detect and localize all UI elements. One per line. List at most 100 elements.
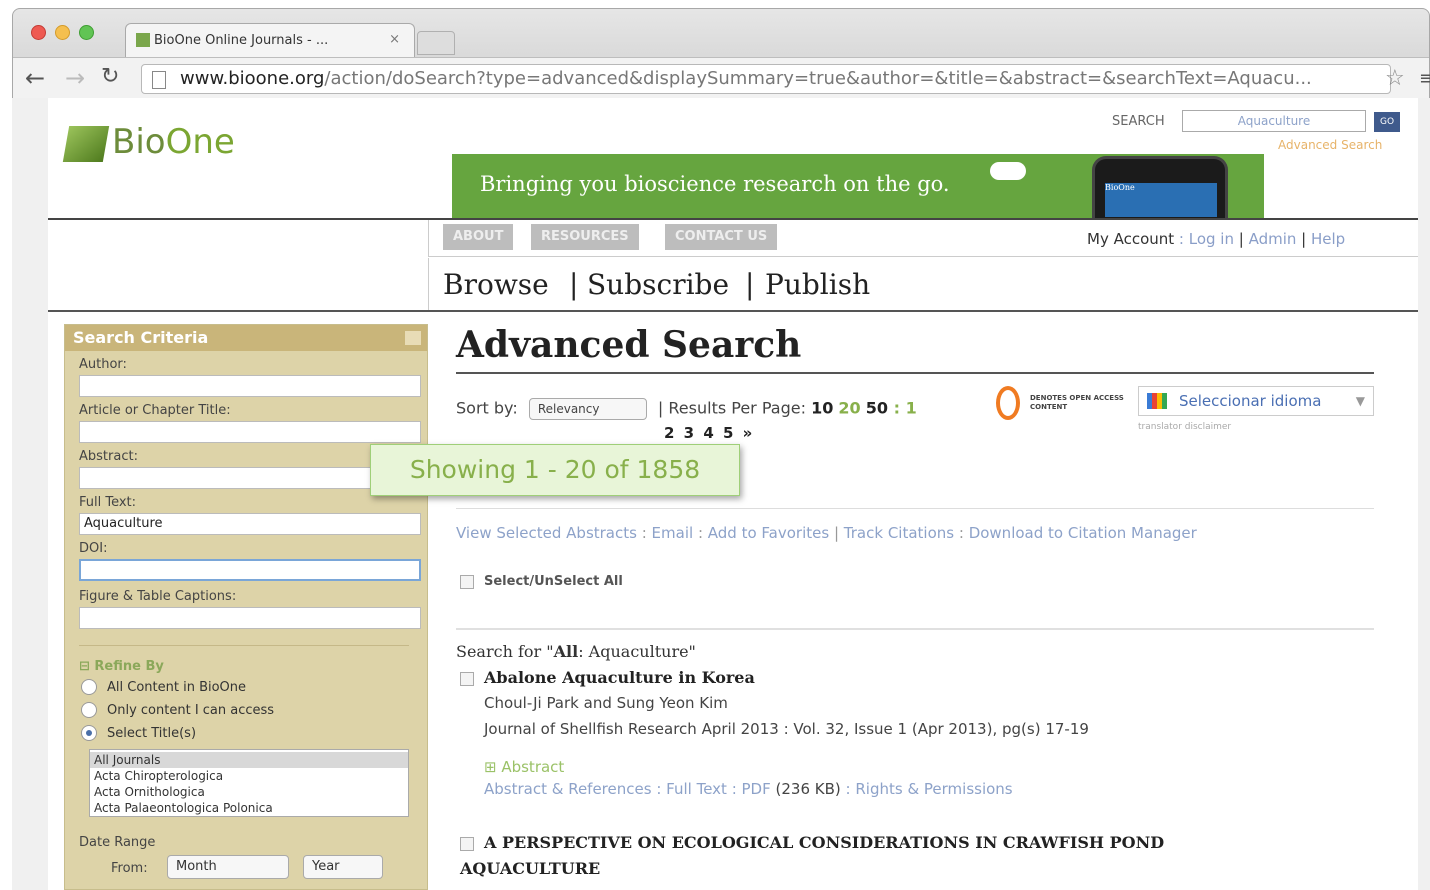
address-bar[interactable]: www.bioone.org/action/doSearch?type=adva…	[141, 64, 1391, 94]
back-arrow-icon[interactable]: ←	[25, 64, 45, 92]
journal-option[interactable]: Acta Palaeontologica Polonica	[90, 800, 408, 816]
journal-option[interactable]: Acta Ornithologica	[90, 784, 408, 800]
result-title-text[interactable]: A PERSPECTIVE ON ECOLOGICAL CONSIDERATIO…	[460, 833, 1164, 878]
logo-text-bio: Bio	[112, 122, 166, 162]
abstract-references-link[interactable]: Abstract & References	[484, 780, 652, 798]
forward-arrow-icon[interactable]: →	[65, 64, 85, 92]
download-citation-link[interactable]: Download to Citation Manager	[969, 524, 1197, 542]
radio-all-content[interactable]: All Content in BioOne	[81, 679, 246, 695]
fulltext-input[interactable]: Aquaculture	[79, 513, 421, 535]
page-icon	[152, 71, 166, 89]
nav-browse[interactable]: Browse	[443, 268, 549, 301]
reload-icon[interactable]: ↻	[101, 64, 119, 89]
new-tab-button[interactable]	[417, 31, 455, 55]
header-search-input[interactable]: Aquaculture	[1182, 110, 1366, 132]
header-go-button[interactable]: GO	[1374, 112, 1400, 132]
result-checkbox[interactable]	[460, 836, 474, 851]
result-title-text[interactable]: Abalone Aquaculture in Korea	[484, 668, 755, 687]
rights-permissions-link[interactable]: Rights & Permissions	[855, 780, 1012, 798]
page-1-link[interactable]: : 1	[888, 399, 917, 418]
page-title: Advanced Search	[456, 324, 802, 366]
advanced-search-link[interactable]: Advanced Search	[1278, 138, 1382, 152]
radio-select-titles[interactable]: Select Title(s)	[81, 725, 196, 741]
result-title[interactable]: Abalone Aquaculture in Korea	[460, 668, 755, 687]
bioone-site: BioOne SEARCH Aquaculture GO Advanced Se…	[48, 98, 1418, 890]
refine-by-toggle[interactable]: ⊟ Refine By	[79, 659, 164, 674]
promo-banner[interactable]: Bringing you bioscience research on the …	[452, 154, 1264, 218]
title-input[interactable]	[79, 421, 421, 443]
author-input[interactable]	[79, 375, 421, 397]
nav-separator: |	[745, 268, 755, 301]
abstract-toggle[interactable]: ⊞ Abstract	[484, 758, 564, 776]
rpp-20-link[interactable]: 20	[838, 399, 860, 418]
search-criteria-panel: Search Criteria Author: Article or Chapt…	[64, 324, 428, 890]
tab-title: BioOne Online Journals - ...	[154, 33, 329, 48]
open-access-legend: DENOTES OPEN ACCESS CONTENT	[1030, 394, 1124, 411]
year-select-value: Year	[312, 859, 340, 874]
author-label: Author:	[79, 357, 127, 372]
full-text-link[interactable]: Full Text	[666, 780, 727, 798]
account-links: My Account : Log in | Admin | Help	[1087, 230, 1346, 248]
cloud-icon	[990, 162, 1026, 180]
page-viewport: BioOne SEARCH Aquaculture GO Advanced Se…	[12, 98, 1430, 890]
browser-toolbar: ← → ↻ www.bioone.org/action/doSearch?typ…	[13, 57, 1430, 99]
result-title[interactable]: A PERSPECTIVE ON ECOLOGICAL CONSIDERATIO…	[460, 830, 1300, 882]
my-account-label: My Account	[1087, 230, 1175, 248]
title-label: Article or Chapter Title:	[79, 403, 231, 418]
browser-tab[interactable]: BioOne Online Journals - ... ×	[125, 23, 415, 57]
bookmark-star-icon[interactable]: ☆	[1385, 66, 1405, 91]
chevron-down-icon: ▼	[1355, 394, 1365, 408]
bioone-logo[interactable]: BioOne	[62, 122, 235, 162]
collapse-icon[interactable]	[405, 331, 421, 345]
radio-button[interactable]	[81, 679, 97, 695]
tab-close-icon[interactable]: ×	[389, 32, 400, 47]
content-divider	[48, 310, 1418, 312]
admin-link[interactable]: Admin	[1249, 230, 1297, 248]
view-selected-abstracts-link[interactable]: View Selected Abstracts	[456, 524, 637, 542]
result-checkbox[interactable]	[460, 671, 474, 686]
nav-about[interactable]: ABOUT	[443, 224, 514, 250]
journal-option[interactable]: All Journals	[90, 752, 408, 768]
browser-window: BioOne Online Journals - ... × ← → ↻ www…	[12, 8, 1430, 99]
maximize-window-button[interactable]	[79, 25, 94, 40]
month-select-value: Month	[176, 859, 217, 874]
radio-button-selected[interactable]	[81, 725, 97, 741]
nav-publish[interactable]: Publish	[765, 268, 870, 301]
pagination-links[interactable]: 2 3 4 5 »	[664, 424, 754, 442]
account-separator: :	[1174, 230, 1189, 248]
sort-select[interactable]: Relevancy	[528, 398, 647, 420]
journal-option[interactable]: Acta Chiropterologica	[90, 768, 408, 784]
pdf-size: (236 KB)	[775, 780, 841, 798]
month-select[interactable]: Month	[167, 855, 289, 879]
select-all-row[interactable]: Select/UnSelect All	[460, 574, 623, 589]
select-all-label: Select/UnSelect All	[484, 574, 623, 589]
nav-subscribe[interactable]: Subscribe	[587, 268, 729, 301]
close-window-button[interactable]	[31, 25, 46, 40]
captions-input[interactable]	[79, 607, 421, 629]
results-count-tooltip: Showing 1 - 20 of 1858	[370, 444, 740, 496]
nav-contact-us[interactable]: CONTACT US	[665, 224, 778, 250]
radio-label: Select Title(s)	[107, 725, 197, 741]
add-to-favorites-link[interactable]: Add to Favorites	[708, 524, 829, 542]
bioone-favicon-icon	[136, 33, 150, 47]
browser-menu-icon[interactable]: ≡	[1419, 68, 1430, 89]
result-links: Abstract & References : Full Text : PDF …	[484, 780, 1013, 798]
minimize-window-button[interactable]	[55, 25, 70, 40]
rpp-50-link[interactable]: 50	[866, 399, 888, 418]
nav-resources[interactable]: RESOURCES	[531, 224, 639, 250]
language-select[interactable]: Seleccionar idioma ▼	[1138, 386, 1374, 416]
result-citation: Journal of Shellfish Research April 2013…	[484, 720, 1089, 738]
email-link[interactable]: Email	[652, 524, 694, 542]
track-citations-link[interactable]: Track Citations	[844, 524, 954, 542]
translator-disclaimer-link[interactable]: translator disclaimer	[1138, 422, 1231, 432]
help-link[interactable]: Help	[1311, 230, 1345, 248]
journal-select-list[interactable]: All Journals Acta Chiropterologica Acta …	[89, 749, 409, 817]
radio-accessible-content[interactable]: Only content I can access	[81, 702, 274, 718]
login-link[interactable]: Log in	[1189, 230, 1234, 248]
doi-input[interactable]	[79, 559, 421, 581]
year-select[interactable]: Year	[303, 855, 383, 879]
select-all-checkbox[interactable]	[460, 574, 474, 589]
rpp-10-link[interactable]: 10	[811, 399, 833, 418]
pdf-link[interactable]: PDF	[742, 780, 771, 798]
radio-button[interactable]	[81, 702, 97, 718]
